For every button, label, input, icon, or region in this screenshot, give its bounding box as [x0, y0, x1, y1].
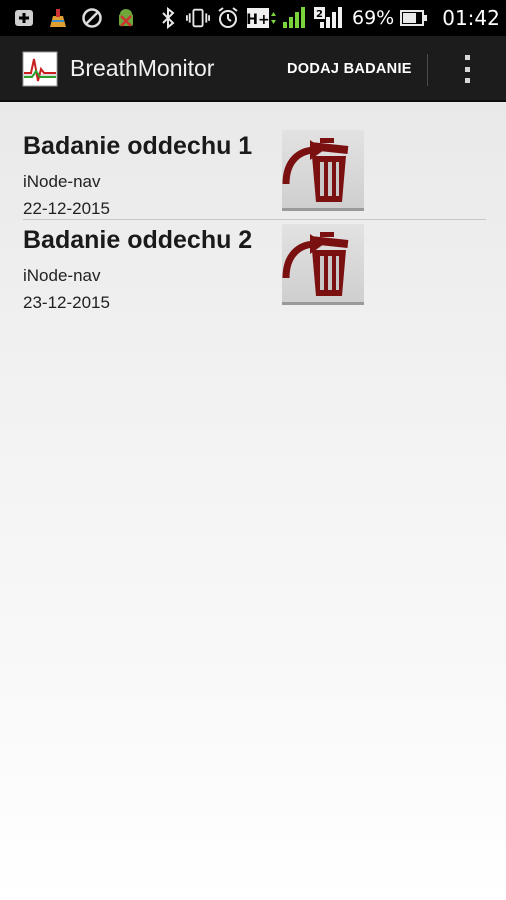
item-title: Badanie oddechu 2	[23, 226, 253, 254]
delete-button[interactable]	[282, 130, 364, 211]
item-title: Badanie oddechu 1	[23, 132, 253, 160]
status-bar: H+ 2 69% 01:42	[0, 0, 506, 36]
app-title: BreathMonitor	[70, 55, 215, 81]
android-debug-icon	[114, 6, 138, 30]
overflow-menu-icon[interactable]	[455, 52, 479, 86]
cleaner-icon	[46, 6, 70, 30]
action-divider	[427, 54, 428, 86]
svg-text:2: 2	[316, 9, 323, 20]
action-bar: BreathMonitor DODAJ BADANIE	[0, 36, 506, 102]
network-type-icon: H+	[246, 6, 276, 30]
list-item[interactable]: Badanie oddechu 1 iNode-nav 22-12-2015	[0, 130, 506, 226]
signal-icon	[282, 6, 308, 30]
item-date: 23-12-2015	[23, 293, 110, 312]
signal-sim2-icon: 2	[314, 6, 342, 30]
delete-trash-icon	[282, 138, 349, 202]
app-logo-icon[interactable]	[22, 51, 58, 87]
bluetooth-icon	[156, 6, 180, 30]
plus-badge-icon	[12, 6, 36, 30]
list-divider	[23, 219, 486, 220]
clock: 01:42	[442, 6, 500, 30]
item-device: iNode-nav	[23, 266, 101, 285]
delete-trash-icon	[282, 232, 349, 296]
vibrate-icon	[186, 6, 210, 30]
delete-button[interactable]	[282, 224, 364, 305]
list-item[interactable]: Badanie oddechu 2 iNode-nav 23-12-2015	[0, 224, 506, 320]
alarm-icon	[216, 6, 240, 30]
battery-icon	[400, 6, 428, 30]
do-not-disturb-icon	[80, 6, 104, 30]
item-device: iNode-nav	[23, 172, 101, 191]
item-date: 22-12-2015	[23, 199, 110, 218]
battery-percent: 69%	[352, 7, 395, 29]
add-test-button[interactable]: DODAJ BADANIE	[287, 61, 412, 77]
svg-text:H+: H+	[246, 12, 269, 28]
